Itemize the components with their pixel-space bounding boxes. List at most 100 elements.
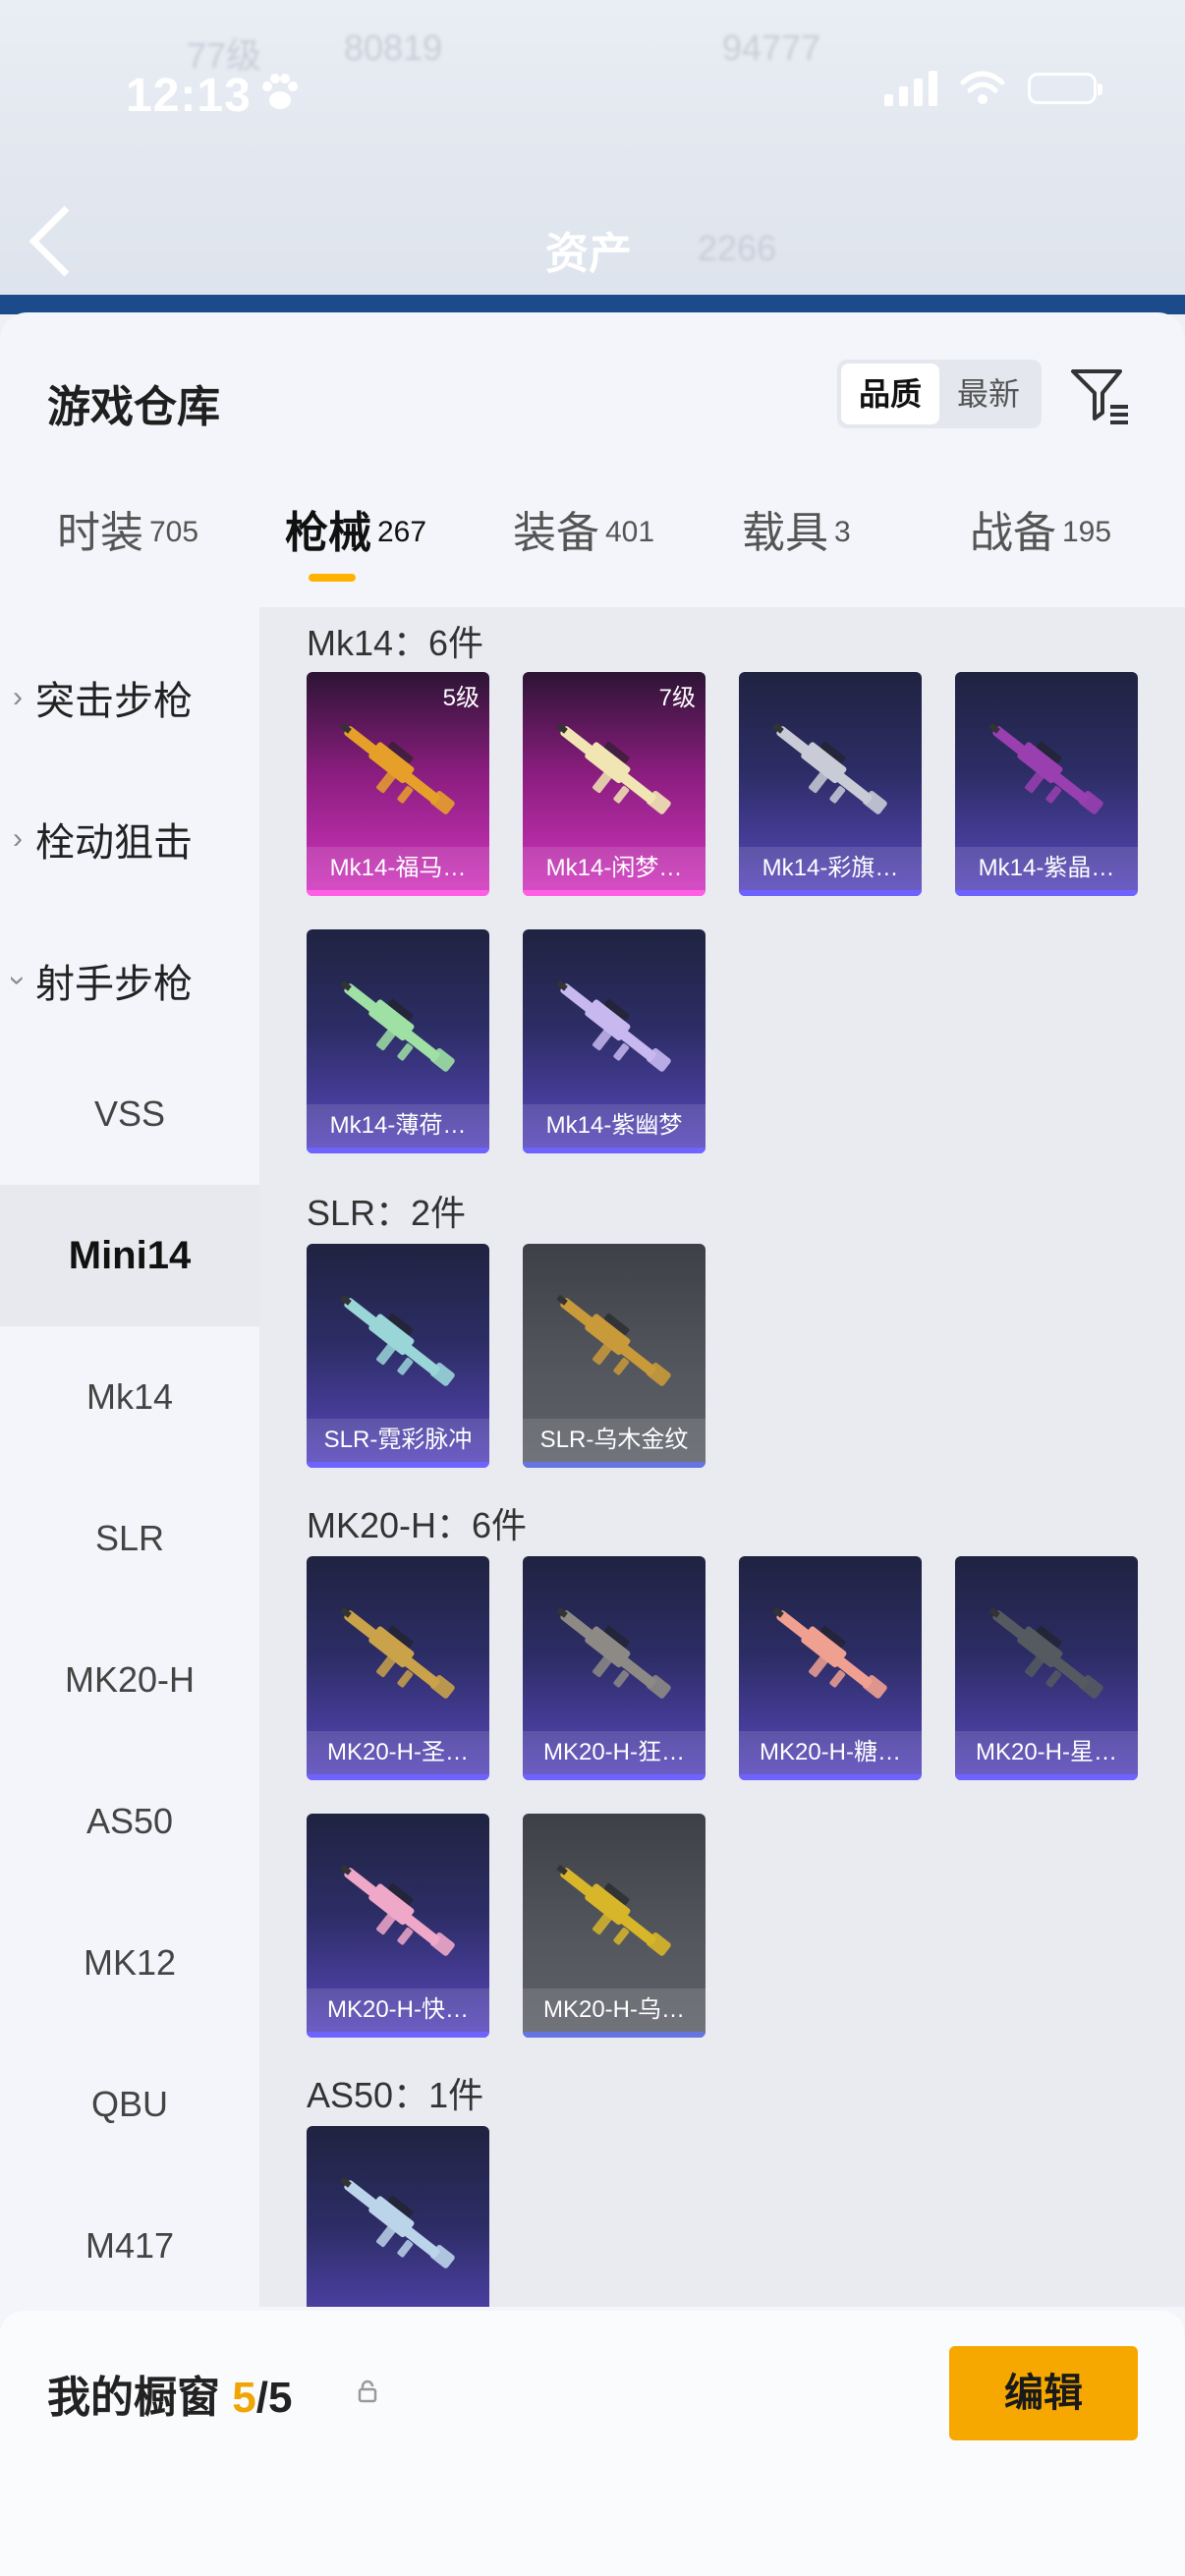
nav-group-bolt-sniper[interactable]: › 栓动狙击 [0,800,259,878]
rifle-icon [988,1606,1103,1699]
rarity-bar [307,1148,489,1153]
nav-item-qbu[interactable]: QBU [0,2034,259,2175]
tab-count: 401 [605,515,655,548]
status-time: 12:13 [126,70,252,122]
weapon-card[interactable]: MK20-H-星… [955,1556,1138,1780]
rarity-bar [523,890,705,896]
status-indicators [884,71,1102,106]
nav-group-label: 突击步枪 [35,680,193,723]
rarity-bar [523,1774,705,1780]
background-page-title: 资产 [545,230,632,278]
battery-icon [1028,73,1102,104]
item-name: MK20-H-星… [955,1731,1138,1774]
weapon-card[interactable]: MK20-H-乌… [523,1814,705,2038]
nav-group-label: 栓动狙击 [35,821,193,865]
showcase-label: 我的橱窗 5/5 [47,2362,292,2425]
weapon-card[interactable]: SLR-乌木金纹 [523,1244,705,1468]
section-header-mk14: Mk14：6件 [307,623,484,663]
rarity-bar [307,890,489,896]
nav-item-mk14[interactable]: Mk14 [0,1326,259,1468]
chevron-down-icon: › [2,976,34,985]
rarity-bar [523,2032,705,2038]
weapon-card[interactable]: Mk14-紫幽梦 [523,929,705,1153]
rifle-icon [340,1864,455,1956]
sort-by-quality[interactable]: 品质 [841,364,939,424]
sort-toggle: 品质 最新 [837,360,1042,428]
rifle-icon [556,722,671,814]
chevron-right-icon: › [13,822,23,855]
item-name: SLR-霓彩脉冲 [307,1419,489,1462]
weapon-card[interactable]: 5级 Mk14-福马… [307,672,489,896]
tab-count: 195 [1062,515,1112,548]
filter-icon[interactable] [1067,362,1136,430]
rifle-icon [772,722,887,814]
section-header-mk20h: MK20-H：6件 [307,1505,528,1545]
weapon-card[interactable]: MK20-H-糖… [739,1556,922,1780]
edit-button[interactable]: 编辑 [949,2346,1138,2440]
nav-item-vss[interactable]: VSS [0,1043,259,1185]
tab-firearms[interactable]: 枪械 267 [285,497,426,615]
tab-equipment[interactable]: 装备 401 [513,497,654,615]
rifle-icon [556,980,671,1072]
ghost-value: 80819 [344,28,443,68]
weapon-card[interactable]: MK20-H-快… [307,1814,489,2038]
weapon-card[interactable]: Mk14-紫晶… [955,672,1138,896]
item-name: MK20-H-狂… [523,1731,705,1774]
tab-label: 枪械 [285,509,371,557]
sort-by-newest[interactable]: 最新 [939,364,1038,424]
showcase-total-count: /5 [255,2374,293,2422]
weapon-card[interactable]: SLR-霓彩脉冲 [307,1244,489,1468]
item-name: MK20-H-乌… [523,1988,705,2032]
rarity-bar [307,2032,489,2038]
nav-item-slr[interactable]: SLR [0,1468,259,1609]
tab-count: 267 [377,515,427,548]
rifle-icon [340,1606,455,1699]
showcase-bar: 我的橱窗 5/5 编辑 [0,2311,1185,2576]
nav-group-label: 射手步枪 [35,963,193,1006]
rifle-icon [556,1294,671,1386]
item-level-badge: 5级 [442,685,480,711]
tab-fashion[interactable]: 时装 705 [57,497,198,615]
rarity-bar [955,1774,1138,1780]
ghost-value-2: 94777 [722,28,821,68]
weapon-card[interactable]: MK20-H-狂… [523,1556,705,1780]
weapon-card[interactable]: 7级 Mk14-闲梦… [523,672,705,896]
rifle-icon [340,2176,455,2268]
rarity-bar [307,1774,489,1780]
weapon-card[interactable] [307,2126,489,2307]
paw-icon [257,71,301,124]
item-name: Mk14-福马… [307,847,489,890]
weapon-card[interactable]: MK20-H-圣… [307,1556,489,1780]
rifle-icon [988,722,1103,814]
nav-group-marksman-rifle[interactable]: › 射手步枪 [0,941,259,1020]
signal-icon [884,71,937,106]
item-name: Mk14-彩旗… [739,847,922,890]
tab-supplies[interactable]: 战备 195 [970,497,1111,615]
nav-item-mk20h[interactable]: MK20-H [0,1609,259,1751]
header-bottom-strip [0,295,1185,314]
weapon-card[interactable]: Mk14-彩旗… [739,672,922,896]
tab-label: 装备 [513,509,599,557]
section-header-slr: SLR：2件 [307,1193,467,1233]
nav-item-m417[interactable]: M417 [0,2175,259,2317]
rifle-icon [340,722,455,814]
nav-item-as50[interactable]: AS50 [0,1751,259,1892]
rifle-icon [556,1606,671,1699]
rarity-bar [739,1774,922,1780]
tab-vehicles[interactable]: 载具 3 [742,497,851,615]
section-header-as50: AS50：1件 [307,2075,484,2115]
weapon-grid: Mk14：6件 SLR：2件 MK20-H：6件 AS50：1件 5级 Mk14-… [259,607,1185,2307]
chevron-right-icon: › [13,681,23,713]
lock-icon [358,2380,377,2403]
showcase-current-count: 5 [232,2374,256,2422]
rarity-bar [523,1462,705,1468]
category-tabs: 时装 705 枪械 267 装备 401 载具 3 战备 195 [0,497,1185,615]
tab-count: 705 [149,515,199,548]
rifle-icon [556,1864,671,1956]
nav-item-mk12[interactable]: MK12 [0,1892,259,2034]
nav-group-assault-rifle[interactable]: › 突击步枪 [0,658,259,737]
weapon-type-nav: › 突击步枪 › 栓动狙击 › 射手步枪 VSS Mini14 Mk14 SLR… [0,607,259,2307]
nav-item-mini14[interactable]: Mini14 [0,1185,259,1326]
weapon-card[interactable]: Mk14-薄荷… [307,929,489,1153]
tab-label: 战备 [970,509,1056,557]
